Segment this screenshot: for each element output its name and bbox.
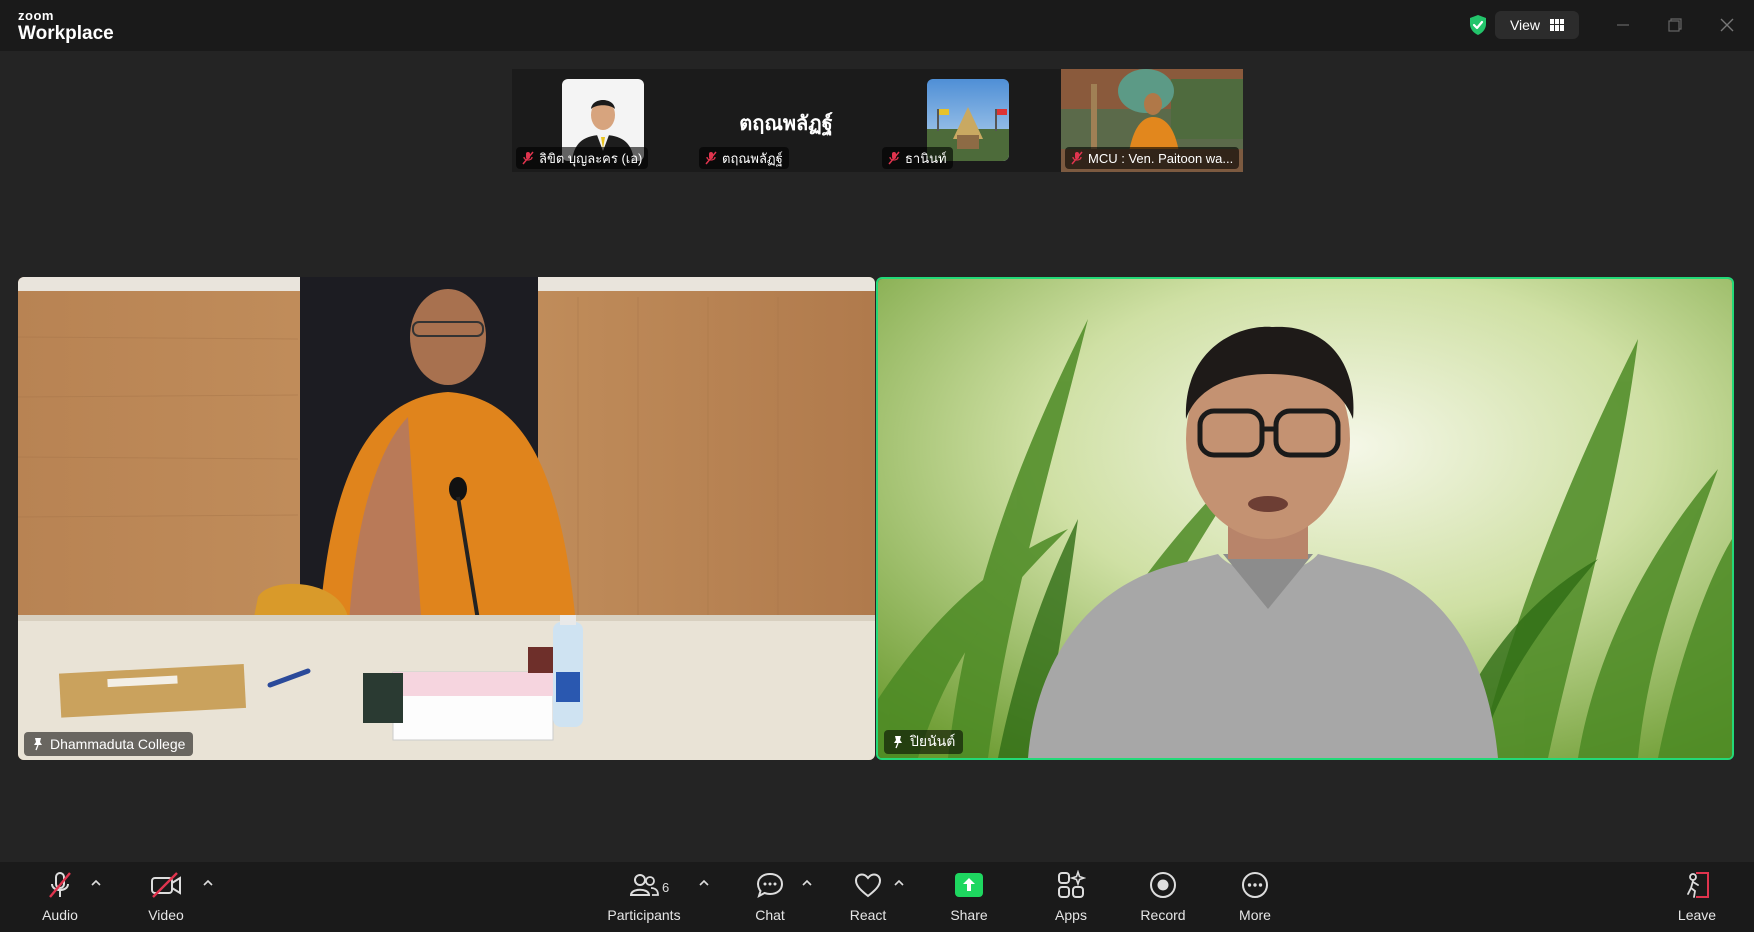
pin-icon xyxy=(894,736,902,749)
view-label: View xyxy=(1509,17,1541,33)
participant-name: ตฤณพลัฏฐ์ xyxy=(722,150,783,166)
react-label: React xyxy=(849,907,887,923)
chat-button[interactable]: Chat xyxy=(730,868,810,928)
encryption-shield-icon[interactable] xyxy=(1466,13,1490,37)
participant-name: Dhammaduta College xyxy=(50,736,186,752)
video-tile[interactable]: Dhammaduta College xyxy=(18,277,875,760)
participant-name-tag: MCU : Ven. Paitoon wa... xyxy=(1065,147,1240,169)
title-bar: zoom Workplace View xyxy=(0,0,1754,51)
video-label: Video xyxy=(148,907,184,923)
brand-workplace: Workplace xyxy=(18,23,114,44)
microphone-muted-icon xyxy=(888,151,900,165)
meeting-toolbar: Audio Video Participants 6 Chat React Sh… xyxy=(0,862,1754,932)
app-logo: zoom Workplace xyxy=(18,9,114,43)
close-icon[interactable] xyxy=(1714,12,1740,38)
participant-name-tag: ตฤณพลัฏฐ์ xyxy=(699,147,789,169)
participant-name: ลิขิต บุญละคร (เอ) xyxy=(539,150,643,166)
video-camera-off-icon xyxy=(151,872,181,898)
participants-icon xyxy=(629,874,659,896)
participant-display-name: ตฤณพลัฏฐ์ xyxy=(739,111,833,135)
pin-icon xyxy=(34,738,42,751)
participants-options-chevron-up-icon[interactable] xyxy=(697,876,711,890)
apps-icon xyxy=(1058,870,1086,898)
apps-label: Apps xyxy=(1055,907,1087,923)
record-label: Record xyxy=(1140,907,1186,923)
participant-name-tag: ธานินท์ xyxy=(882,147,953,169)
participant-thumbnail[interactable]: ธานินท์ xyxy=(878,69,1060,172)
leave-door-icon xyxy=(1687,872,1709,898)
apps-button[interactable]: Apps xyxy=(1031,868,1111,928)
audio-options-chevron-up-icon[interactable] xyxy=(89,876,103,890)
participant-name-tag: ลิขิต บุญละคร (เอ) xyxy=(516,147,649,169)
participant-name-tag: Dhammaduta College xyxy=(24,732,194,756)
brand-zoom: zoom xyxy=(18,8,54,23)
share-label: Share xyxy=(950,907,988,923)
leave-button[interactable]: Leave xyxy=(1657,868,1737,928)
more-button[interactable]: More xyxy=(1215,868,1295,928)
active-speaker-video-tile[interactable]: ปิยนันต์ xyxy=(876,277,1734,760)
restore-icon[interactable] xyxy=(1662,12,1688,38)
record-icon xyxy=(1150,872,1176,898)
record-button[interactable]: Record xyxy=(1123,868,1203,928)
participant-thumbnail[interactable]: ตฤณพลัฏฐ์ ตฤณพลัฏฐ์ xyxy=(695,69,877,172)
participants-button[interactable]: Participants xyxy=(604,868,684,928)
participant-name-tag: ปิยนันต์ xyxy=(884,730,964,754)
microphone-muted-icon xyxy=(49,872,71,898)
heart-icon xyxy=(854,873,882,898)
microphone-muted-icon xyxy=(522,151,534,165)
chat-bubble-icon xyxy=(756,872,784,899)
more-dots-icon xyxy=(1242,872,1268,898)
video-button[interactable]: Video xyxy=(126,868,206,928)
chat-options-chevron-up-icon[interactable] xyxy=(800,876,814,890)
share-screen-icon xyxy=(955,873,983,897)
view-button[interactable]: View xyxy=(1495,11,1579,39)
participant-thumbnail-strip: ลิขิต บุญละคร (เอ) ตฤณพลัฏฐ์ ตฤณพลัฏฐ์ ธ… xyxy=(512,69,1243,172)
react-options-chevron-up-icon[interactable] xyxy=(892,876,906,890)
leave-label: Leave xyxy=(1677,907,1717,923)
microphone-muted-icon xyxy=(1071,151,1083,165)
participants-label: Participants xyxy=(607,907,681,923)
audio-label: Audio xyxy=(42,907,78,923)
microphone-muted-icon xyxy=(705,151,717,165)
participants-count: 6 xyxy=(662,880,670,895)
participant-thumbnail[interactable]: MCU : Ven. Paitoon wa... xyxy=(1061,69,1243,172)
participant-thumbnail[interactable]: ลิขิต บุญละคร (เอ) xyxy=(512,69,694,172)
participant-name: ปิยนันต์ xyxy=(910,733,956,749)
participant-video xyxy=(18,277,875,760)
minimize-icon[interactable] xyxy=(1610,12,1636,38)
share-button[interactable]: Share xyxy=(929,868,1009,928)
chat-label: Chat xyxy=(755,907,785,923)
more-label: More xyxy=(1239,907,1271,923)
participant-name: MCU : Ven. Paitoon wa... xyxy=(1088,150,1234,166)
video-options-chevron-up-icon[interactable] xyxy=(201,876,215,890)
audio-button[interactable]: Audio xyxy=(20,868,100,928)
participant-video xyxy=(878,279,1732,758)
participant-name: ธานินท์ xyxy=(905,150,947,166)
grid-icon xyxy=(1550,19,1565,31)
